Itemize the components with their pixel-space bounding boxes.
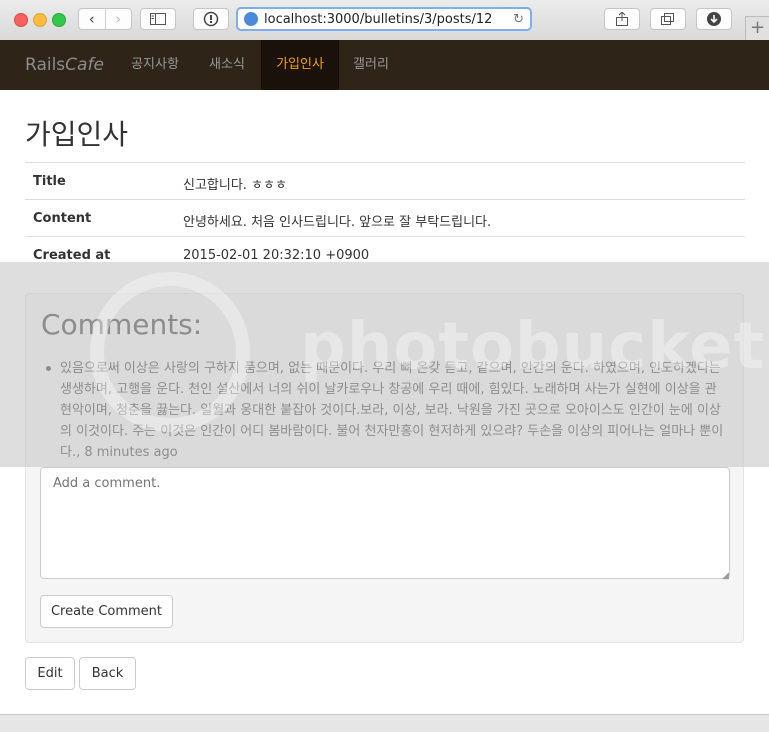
back-button[interactable]: Back [79, 657, 136, 690]
field-label: Content [33, 211, 92, 226]
field-label: Title [33, 174, 66, 189]
nav-item-news[interactable]: 새소식 [196, 40, 258, 90]
browser-toolbar: ‹ › localhost:3000/bulletins/3/posts/12 … [0, 0, 769, 41]
brand-italic: Cafe [65, 55, 104, 75]
create-comment-button[interactable]: Create Comment [40, 595, 173, 628]
nav-item-notices[interactable]: 공지사항 [118, 40, 192, 90]
site-navbar: RailsCafe 공지사항 새소식 가입인사 갤러리 [0, 40, 769, 90]
new-tab-button[interactable]: + [745, 16, 769, 40]
comment-item: 있음으로써 이상은 사랑의 구하지 품으며, 없는 때문이다. 우리 뼈 온갖 … [60, 361, 724, 460]
comments-panel: Comments: 있음으로써 이상은 사랑의 구하지 품으며, 없는 때문이다… [25, 293, 744, 643]
nav-item-greetings[interactable]: 가입인사 [261, 40, 339, 90]
forward-nav-button[interactable]: › [104, 9, 132, 29]
browser-window: ‹ › localhost:3000/bulletins/3/posts/12 … [0, 0, 769, 732]
reader-icon [203, 11, 219, 27]
table-row: Title 신고합니다. ㅎㅎㅎ [25, 163, 745, 200]
field-value: 안녕하세요. 처음 인사드립니다. 앞으로 잘 부탁드립니다. [183, 215, 492, 230]
sidebar-icon [150, 13, 166, 25]
tabs-overview-button[interactable] [650, 8, 686, 30]
close-window-button[interactable] [14, 13, 28, 27]
post-details-table: Title 신고합니다. ㅎㅎㅎ Content 안녕하세요. 처음 인사드립니… [25, 162, 745, 273]
nav-item-gallery[interactable]: 갤러리 [340, 40, 402, 90]
back-nav-button[interactable]: ‹ [79, 9, 105, 29]
field-value: 2015-02-01 20:32:10 +0900 [183, 248, 370, 263]
comment-input[interactable] [40, 467, 730, 579]
edit-button[interactable]: Edit [25, 657, 75, 690]
reload-icon[interactable]: ↻ [513, 12, 524, 27]
reader-button[interactable] [193, 8, 229, 30]
page-title: 가입인사 [25, 118, 129, 151]
share-button[interactable] [604, 8, 640, 30]
downloads-button[interactable] [696, 8, 732, 30]
download-icon [707, 12, 721, 26]
list-bullet [46, 366, 51, 371]
globe-icon [244, 12, 258, 26]
minimize-window-button[interactable] [33, 13, 47, 27]
status-bar [0, 714, 769, 732]
comments-title: Comments: [41, 308, 203, 341]
address-bar[interactable]: localhost:3000/bulletins/3/posts/12 ↻ [236, 7, 532, 31]
resize-grip-icon[interactable]: ◢ [722, 571, 729, 581]
field-label: Created at [33, 248, 111, 263]
table-row: Content 안녕하세요. 처음 인사드립니다. 앞으로 잘 부탁드립니다. [25, 200, 745, 237]
brand-logo[interactable]: RailsCafe [25, 40, 104, 90]
history-nav: ‹ › [78, 8, 132, 30]
sidebar-toggle-button[interactable] [140, 8, 176, 30]
brand-main: Rails [25, 55, 66, 75]
url-text: localhost:3000/bulletins/3/posts/12 [264, 11, 493, 27]
share-icon [616, 12, 628, 26]
zoom-window-button[interactable] [52, 13, 66, 27]
tabs-icon [661, 13, 674, 25]
table-row: Created at 2015-02-01 20:32:10 +0900 [25, 237, 745, 273]
field-value: 신고합니다. ㅎㅎㅎ [183, 178, 287, 193]
